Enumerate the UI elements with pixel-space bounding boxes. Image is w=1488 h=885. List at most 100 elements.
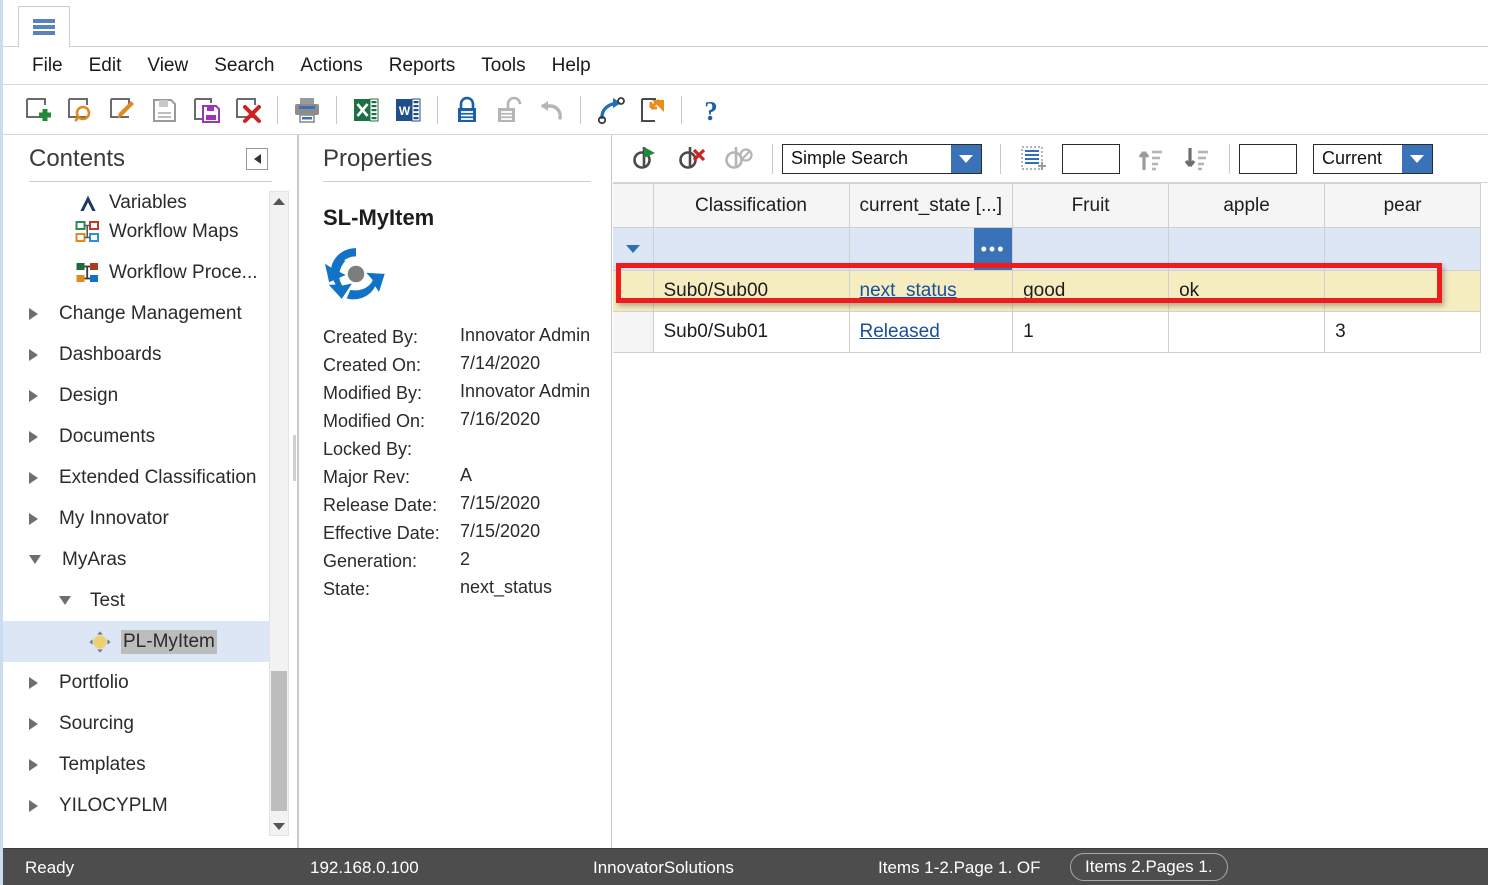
promote-button[interactable] bbox=[589, 90, 631, 130]
chevron-down-icon[interactable] bbox=[29, 555, 41, 564]
tree-item-workflow-processes[interactable]: Workflow Proce... bbox=[3, 252, 281, 293]
chevron-right-icon[interactable] bbox=[29, 348, 38, 361]
hamburger-menu-icon[interactable] bbox=[33, 19, 55, 35]
tree-item-change-management[interactable]: Change Management bbox=[3, 293, 281, 334]
chevron-down-icon[interactable] bbox=[951, 144, 981, 173]
run-search-button[interactable] bbox=[625, 138, 671, 180]
chevron-right-icon[interactable] bbox=[29, 717, 38, 730]
unlock-button[interactable] bbox=[488, 90, 530, 130]
cell-classification[interactable]: Sub0/Sub01 bbox=[653, 311, 850, 353]
splitter-grip[interactable] bbox=[293, 435, 296, 481]
filter-input-pear[interactable] bbox=[1324, 227, 1482, 271]
print-button[interactable] bbox=[286, 90, 328, 130]
edit-item-button[interactable] bbox=[101, 90, 143, 130]
export-word-button[interactable]: W bbox=[387, 90, 429, 130]
filter-input-fruit[interactable] bbox=[1012, 227, 1170, 271]
menu-item-actions[interactable]: Actions bbox=[287, 53, 375, 79]
delete-item-button[interactable] bbox=[227, 90, 269, 130]
scroll-up-button[interactable] bbox=[270, 192, 288, 210]
search-mode-select[interactable]: Simple Search bbox=[782, 143, 982, 174]
table-row[interactable]: Sub0/Sub00 next_status good ok bbox=[613, 270, 1482, 312]
scroll-down-button[interactable] bbox=[270, 817, 288, 835]
page-size-input[interactable] bbox=[1062, 143, 1120, 174]
chevron-right-icon[interactable] bbox=[29, 389, 38, 402]
chevron-right-icon[interactable] bbox=[29, 430, 38, 443]
main-menu-tab[interactable] bbox=[18, 6, 70, 47]
tree-item-workflow-maps[interactable]: Workflow Maps bbox=[3, 211, 281, 252]
menu-item-help[interactable]: Help bbox=[539, 53, 604, 79]
filter-input-classification[interactable] bbox=[653, 227, 850, 271]
save-and-close-button[interactable] bbox=[185, 90, 227, 130]
page-number-input[interactable] bbox=[1239, 143, 1297, 174]
current-state-link[interactable]: Released bbox=[860, 321, 940, 342]
menu-item-edit[interactable]: Edit bbox=[76, 53, 135, 79]
tree-item-yilocyplm[interactable]: YILOCYPLM bbox=[3, 785, 281, 826]
new-item-button[interactable] bbox=[17, 90, 59, 130]
filter-input-current-state[interactable]: ••• bbox=[849, 227, 1014, 271]
help-button[interactable]: ? bbox=[690, 90, 732, 130]
select-all-corner[interactable] bbox=[613, 183, 654, 228]
filter-row[interactable]: ••• bbox=[613, 227, 1482, 271]
cell-fruit[interactable]: good bbox=[1012, 270, 1170, 312]
tree-item-myaras[interactable]: MyAras bbox=[3, 539, 281, 580]
undo-button[interactable] bbox=[530, 90, 572, 130]
cell-pear[interactable] bbox=[1324, 270, 1482, 312]
cell-apple[interactable] bbox=[1168, 311, 1326, 353]
cell-current-state[interactable]: Released bbox=[849, 311, 1014, 353]
export-excel-button[interactable] bbox=[345, 90, 387, 130]
row-selector[interactable] bbox=[613, 270, 654, 312]
column-header-fruit[interactable]: Fruit bbox=[1012, 183, 1170, 228]
filter-input-apple[interactable] bbox=[1168, 227, 1326, 271]
tree-item-pl-myitem[interactable]: PL-MyItem bbox=[3, 621, 281, 662]
contents-scrollbar[interactable] bbox=[269, 191, 289, 836]
sort-ascending-button[interactable] bbox=[1128, 138, 1174, 180]
cell-pear[interactable]: 3 bbox=[1324, 311, 1482, 353]
cell-current-state[interactable]: next_status bbox=[849, 270, 1014, 312]
contents-splitter[interactable] bbox=[297, 135, 298, 848]
menu-item-search[interactable]: Search bbox=[201, 53, 287, 79]
sort-descending-button[interactable] bbox=[1174, 138, 1220, 180]
tree-item-portfolio[interactable]: Portfolio bbox=[3, 662, 281, 703]
column-header-classification[interactable]: Classification bbox=[653, 183, 850, 228]
row-selector[interactable] bbox=[613, 311, 654, 353]
filter-expand-cell[interactable] bbox=[613, 227, 654, 271]
chevron-right-icon[interactable] bbox=[29, 799, 38, 812]
tree-item-sourcing[interactable]: Sourcing bbox=[3, 703, 281, 744]
current-state-link[interactable]: next_status bbox=[860, 280, 957, 301]
cell-fruit[interactable]: 1 bbox=[1012, 311, 1170, 353]
tree-item-documents[interactable]: Documents bbox=[3, 416, 281, 457]
column-header-pear[interactable]: pear bbox=[1324, 183, 1482, 228]
copy-item-button[interactable] bbox=[631, 90, 673, 130]
filter-expand-icon[interactable] bbox=[625, 245, 640, 253]
tree-item-test[interactable]: Test bbox=[3, 580, 281, 621]
tree-item-my-innovator[interactable]: My Innovator bbox=[3, 498, 281, 539]
tree-item-dashboards[interactable]: Dashboards bbox=[3, 334, 281, 375]
menu-item-file[interactable]: File bbox=[19, 53, 76, 79]
tree-item-variables[interactable]: Variables bbox=[3, 189, 281, 211]
chevron-right-icon[interactable] bbox=[29, 758, 38, 771]
saved-search-button[interactable] bbox=[1010, 138, 1056, 180]
clear-search-button[interactable] bbox=[671, 138, 717, 180]
chevron-right-icon[interactable] bbox=[29, 307, 38, 320]
scrollbar-thumb[interactable] bbox=[271, 671, 287, 811]
chevron-down-icon[interactable] bbox=[1402, 144, 1432, 173]
chevron-right-icon[interactable] bbox=[29, 676, 38, 689]
revision-select[interactable]: Current bbox=[1313, 143, 1433, 174]
column-header-apple[interactable]: apple bbox=[1168, 183, 1326, 228]
lock-button[interactable] bbox=[446, 90, 488, 130]
menu-item-tools[interactable]: Tools bbox=[468, 53, 538, 79]
menu-item-view[interactable]: View bbox=[134, 53, 201, 79]
chevron-down-icon[interactable] bbox=[59, 596, 71, 605]
column-header-current-state[interactable]: current_state [...] bbox=[849, 183, 1014, 228]
cell-classification[interactable]: Sub0/Sub00 bbox=[653, 270, 850, 312]
contents-tree[interactable]: Variables Workflow Maps Workflow Proce..… bbox=[3, 189, 281, 834]
status-paging-pill[interactable]: Items 2.Pages 1. bbox=[1070, 853, 1228, 881]
cell-apple[interactable]: ok bbox=[1168, 270, 1326, 312]
search-item-button[interactable] bbox=[59, 90, 101, 130]
disable-search-button[interactable] bbox=[717, 138, 763, 180]
menu-item-reports[interactable]: Reports bbox=[376, 53, 469, 79]
chevron-right-icon[interactable] bbox=[29, 471, 38, 484]
tree-item-extended-classification[interactable]: Extended Classification bbox=[3, 457, 281, 498]
current-state-picker-button[interactable]: ••• bbox=[974, 228, 1012, 270]
collapse-contents-button[interactable] bbox=[246, 148, 268, 170]
